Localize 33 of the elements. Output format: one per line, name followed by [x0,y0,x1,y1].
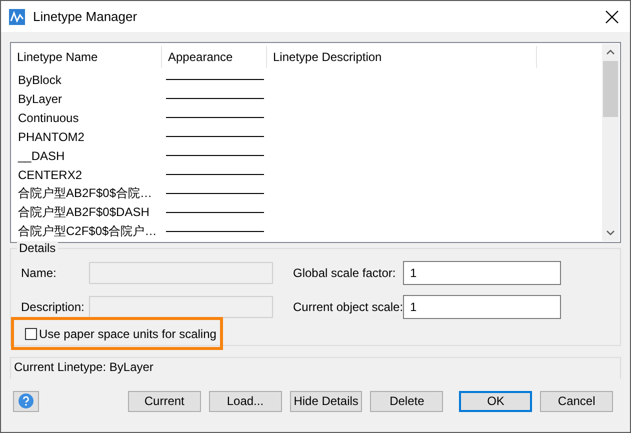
linetype-name[interactable]: CENTERX2 [11,168,162,182]
column-header[interactable]: Linetype Description [267,46,537,68]
dialog-button[interactable]: Hide Details [290,390,362,412]
input-field[interactable]: 1 [403,261,561,285]
help-button[interactable] [13,390,39,412]
field-label: Name: [21,266,58,280]
current-linetype-field: Current Linetype: ByLayer [10,357,621,379]
checkbox-label[interactable]: Use paper space units for scaling [39,326,216,340]
window-title: Linetype Manager [33,9,138,24]
linetype-name[interactable]: 合院户型AB2F$0$合院… [11,185,162,202]
input-field[interactable]: 1 [403,295,561,319]
app-icon [9,8,25,24]
linetype-name[interactable]: ByLayer [11,92,162,106]
dialog-button[interactable]: Cancel [540,390,614,412]
checkbox[interactable] [25,328,37,340]
group-title: Details [17,241,58,255]
dialog-button[interactable]: OK [459,390,532,412]
field-label: Current object scale: [293,300,403,314]
dialog-button[interactable]: Load... [208,390,282,412]
column-header[interactable]: Appearance [162,46,267,68]
field-label: Global scale factor: [293,266,397,280]
linetype-name[interactable]: PHANTOM2 [11,130,162,144]
linetype-name[interactable]: ByBlock [11,72,162,86]
linetype-name[interactable]: Continuous [11,110,162,124]
linetype-list[interactable]: Linetype Name Appearance Linetype Description ByBlock ByLayer Continuous PHANTOM2 __DASH CENTERX2 合院户型AB2F$0$合院… 合院户型AB2F$0$DASH 合院户型C2F$0$合院户… [10,42,621,243]
linetype-name[interactable]: 合院户型AB2F$0$DASH [11,204,162,221]
linetype-name[interactable]: __DASH [11,148,162,162]
linetype-name[interactable]: 合院户型C2F$0$合院户… [11,223,162,240]
scrollbar[interactable] [602,44,619,241]
dialog-button[interactable]: Delete [370,390,444,412]
dialog-button[interactable]: Current [128,390,201,412]
field-label: Description: [21,300,86,314]
column-header[interactable]: Linetype Name [11,46,162,68]
